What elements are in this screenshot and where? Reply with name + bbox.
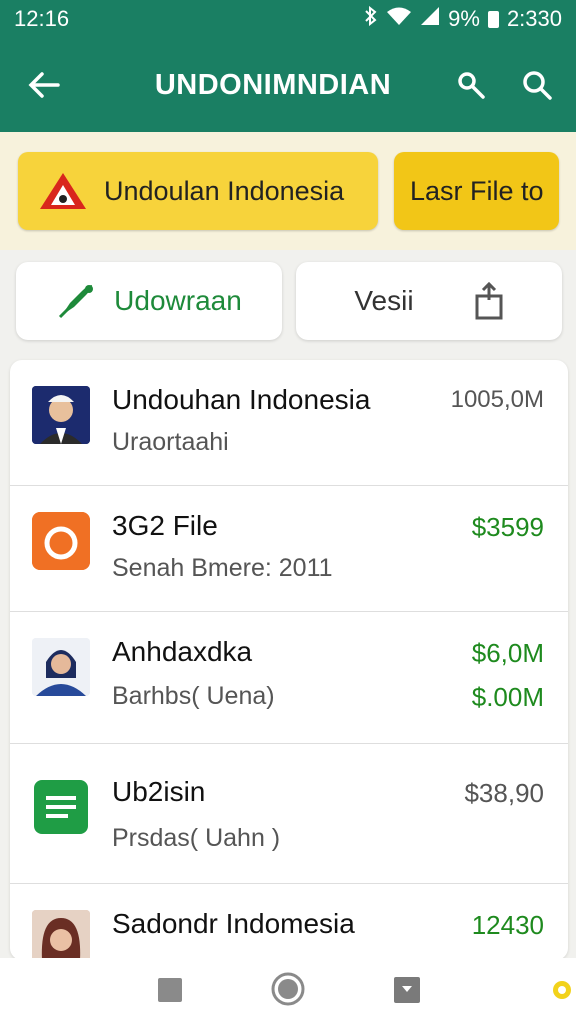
version-label: Vesii bbox=[354, 285, 414, 316]
download-button[interactable]: Udowraan bbox=[16, 262, 282, 340]
list-item[interactable]: Sadondr Indomesia 12430 bbox=[10, 884, 568, 960]
item-value: $3599 bbox=[471, 512, 544, 542]
recents-icon bbox=[394, 977, 420, 1003]
status-bar: 12:16 9% 2:330 bbox=[0, 0, 576, 38]
download-label: Udowraan bbox=[114, 285, 242, 316]
item-subtitle: Senah Bmere: 2011 bbox=[112, 554, 333, 582]
rocket-icon bbox=[59, 285, 94, 319]
action-row: Udowraan Vesii bbox=[16, 262, 562, 342]
file-icon bbox=[32, 512, 90, 570]
item-subtitle: Prsdas( Uahn ) bbox=[112, 824, 281, 852]
app-bar: UNDONIMNDIAN bbox=[0, 38, 576, 132]
item-name: Undouhan Indonesia bbox=[112, 384, 371, 415]
item-value: 12430 bbox=[471, 910, 544, 940]
list-item[interactable]: Undouhan Indonesia Uraortaahi 1005,0M bbox=[10, 360, 568, 486]
chip-undoulan-indonesia[interactable]: Undoulan Indonesia bbox=[18, 152, 378, 230]
status-icons: 9% 2:330 bbox=[364, 5, 562, 32]
notification-dot-icon bbox=[552, 980, 572, 1005]
battery-percent: 9% bbox=[448, 6, 480, 31]
list-item[interactable]: 3G2 File Senah Bmere: 2011 $3599 bbox=[10, 486, 568, 612]
item-subtitle: Barhbs( Uena) bbox=[112, 682, 275, 710]
tool-icon bbox=[458, 72, 485, 99]
chip-last-file[interactable]: Lasr File to bbox=[394, 152, 559, 230]
avatar bbox=[32, 638, 90, 696]
arrow-left-icon bbox=[28, 72, 60, 98]
version-button[interactable]: Vesii bbox=[296, 262, 562, 340]
item-value: $38,90 bbox=[464, 778, 544, 808]
home-icon bbox=[271, 972, 305, 1006]
share-icon bbox=[475, 282, 503, 320]
wifi-icon bbox=[386, 6, 412, 32]
item-value: $6,0M bbox=[471, 638, 544, 668]
page-title: UNDONIMNDIAN bbox=[154, 68, 392, 101]
search-button[interactable] bbox=[504, 38, 570, 132]
chip-row: Undoulan Indonesia Lasr File to bbox=[0, 132, 576, 250]
item-subtitle: Uraortaahi bbox=[112, 428, 229, 456]
chip-label: Undoulan Indonesia bbox=[104, 175, 345, 206]
signal-icon bbox=[420, 6, 440, 32]
app-logo-icon bbox=[38, 171, 88, 211]
navigation-bar bbox=[0, 958, 576, 1024]
item-value-secondary: $.00M bbox=[471, 682, 544, 712]
home-button[interactable] bbox=[270, 971, 306, 1012]
battery-icon bbox=[487, 10, 499, 28]
square-icon[interactable] bbox=[158, 978, 182, 1007]
back-button[interactable] bbox=[0, 38, 88, 132]
list-item[interactable]: Anhdaxdka Barhbs( Uena) $6,0M $.00M bbox=[10, 612, 568, 744]
item-name: Sadondr Indomesia bbox=[112, 908, 355, 939]
search-icon bbox=[523, 71, 552, 100]
chip-label: Lasr File to bbox=[410, 175, 544, 206]
item-name: Anhdaxdka bbox=[112, 636, 253, 667]
list-item[interactable]: Ub2isin Prsdas( Uahn ) $38,90 bbox=[10, 744, 568, 884]
avatar bbox=[32, 386, 90, 444]
document-icon bbox=[32, 778, 90, 836]
status-clock-right: 2:330 bbox=[506, 6, 562, 31]
item-value: 1005,0M bbox=[450, 386, 544, 413]
item-name: Ub2isin bbox=[112, 776, 206, 807]
status-time: 12:16 bbox=[14, 6, 70, 31]
bluetooth-icon bbox=[364, 5, 378, 32]
item-name: 3G2 File bbox=[112, 510, 218, 541]
avatar bbox=[32, 910, 90, 960]
tool-button[interactable] bbox=[438, 38, 504, 132]
recents-button[interactable] bbox=[394, 977, 420, 1008]
file-list: Undouhan Indonesia Uraortaahi 1005,0M 3G… bbox=[10, 360, 568, 960]
